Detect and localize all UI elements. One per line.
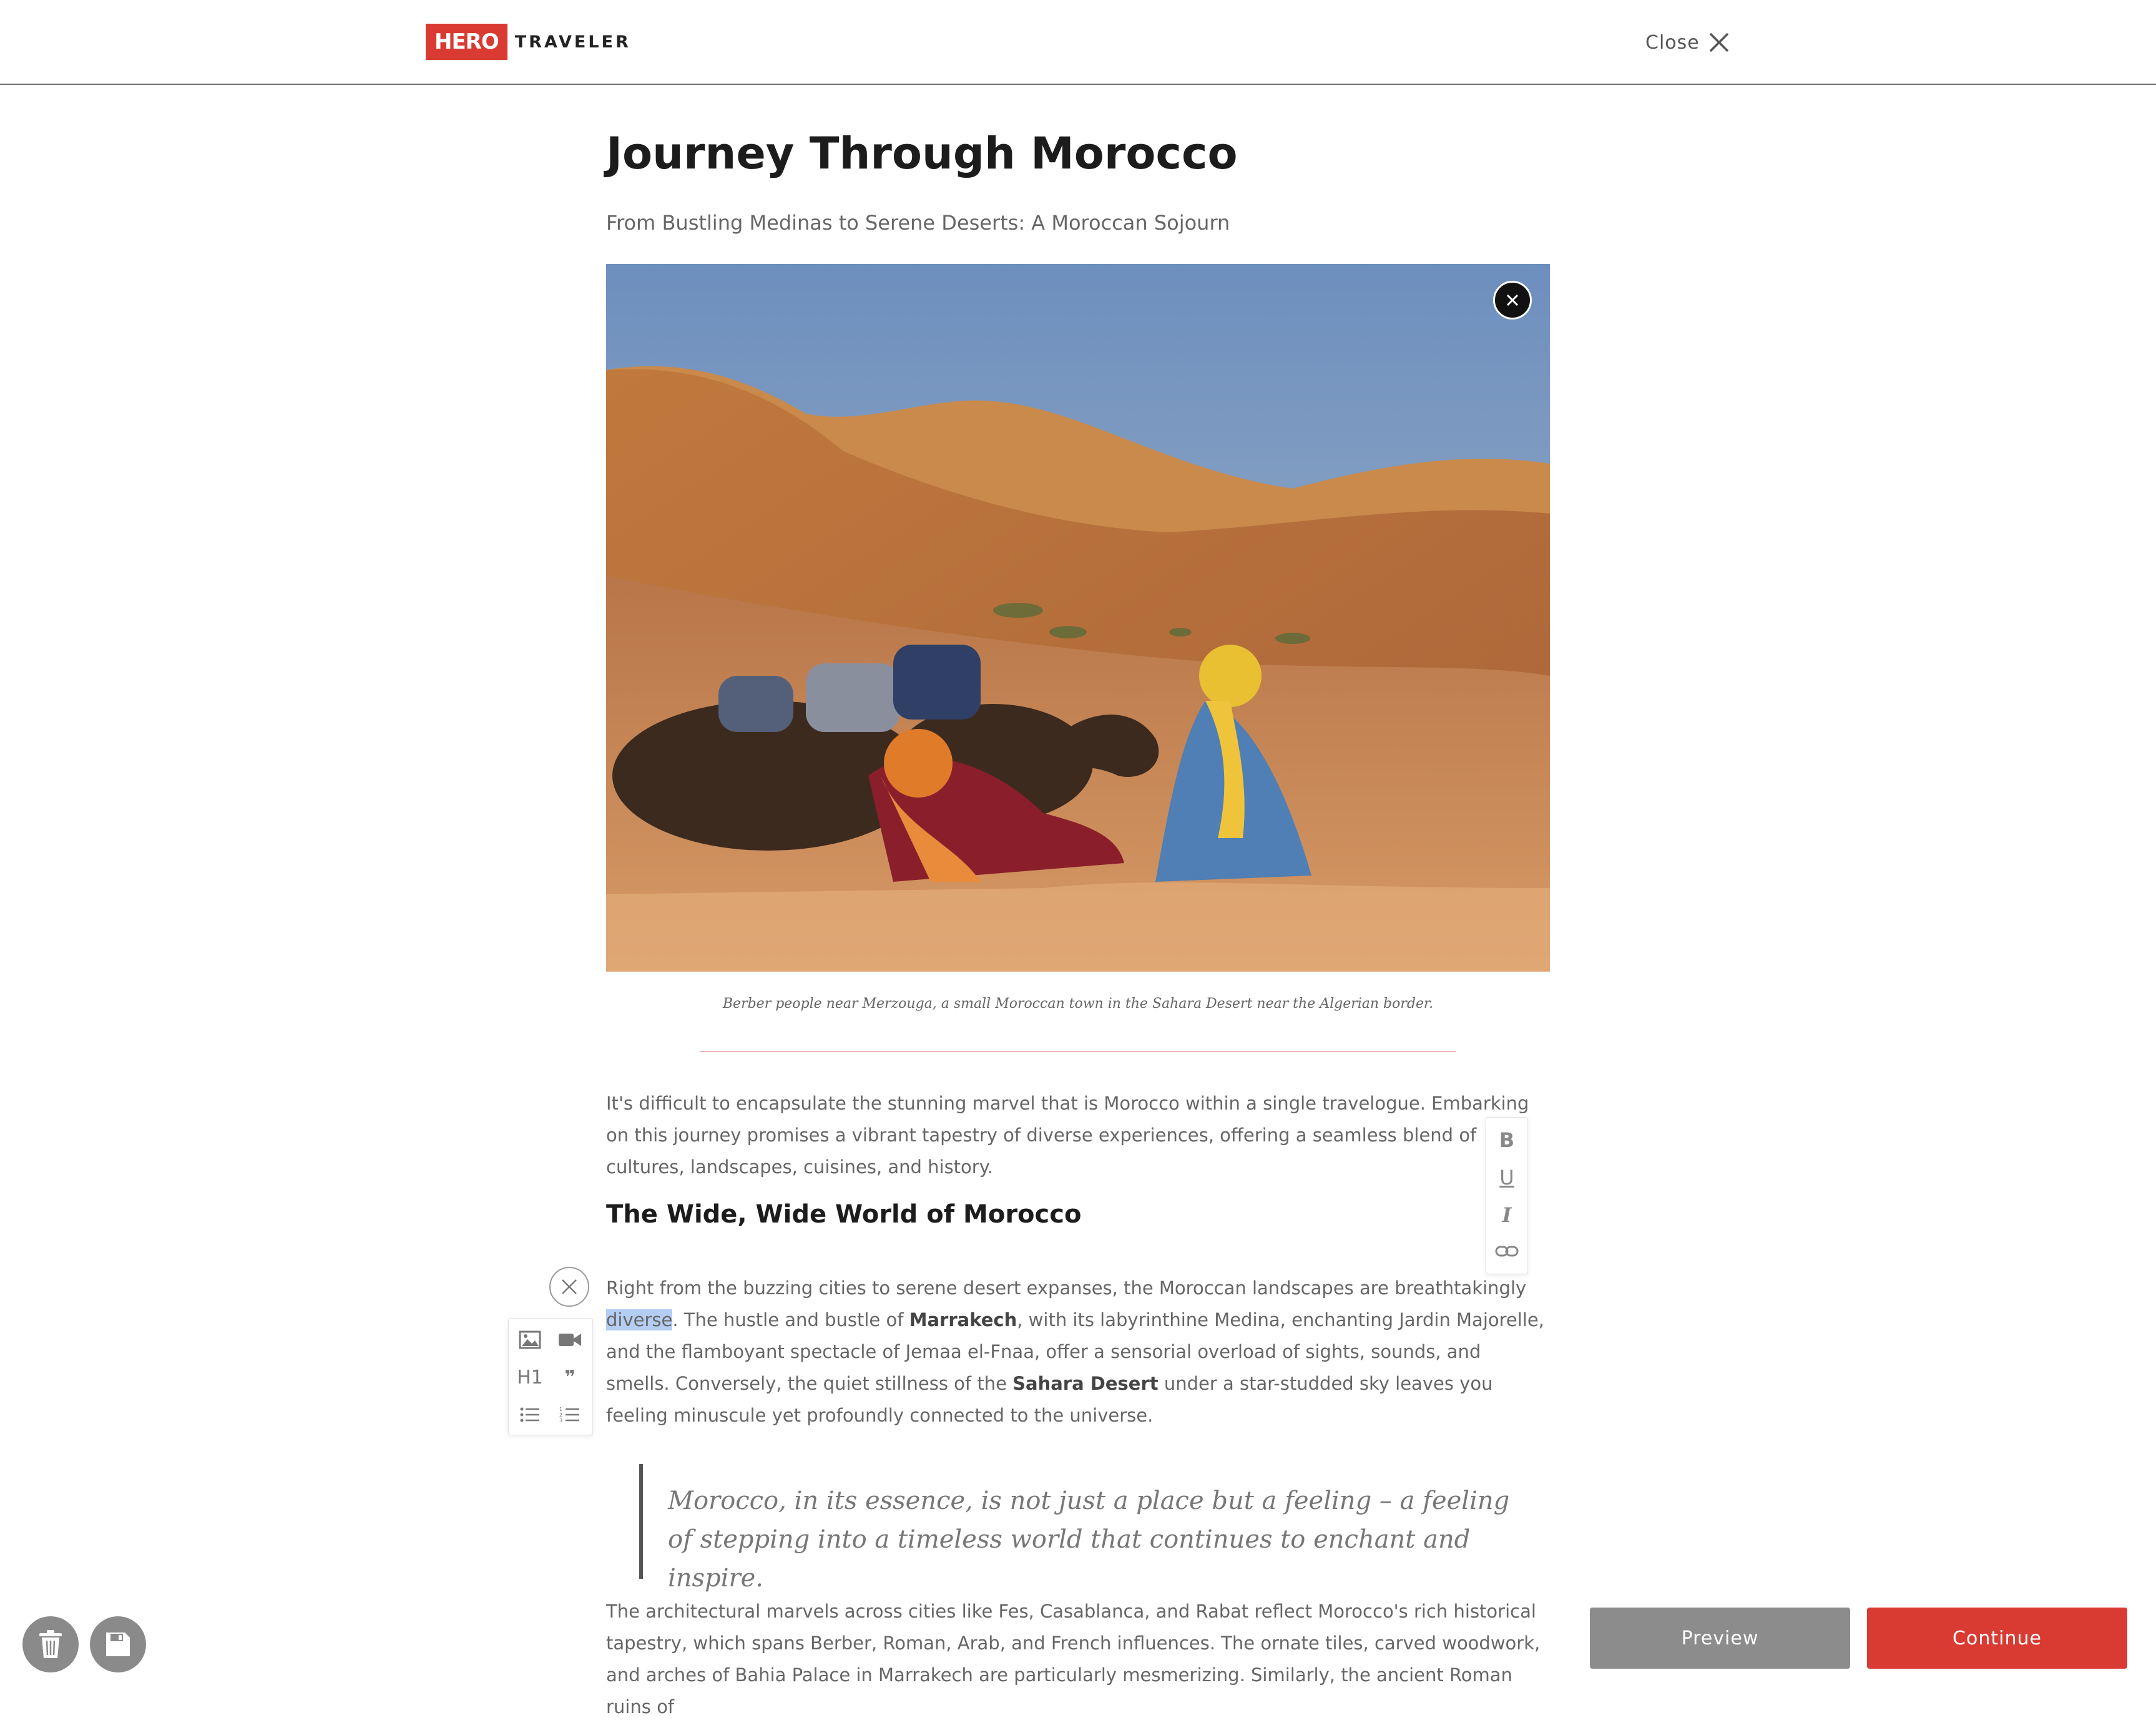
delete-draft-button[interactable]	[22, 1616, 79, 1672]
cover-image[interactable]	[606, 264, 1550, 972]
preview-button[interactable]: Preview	[1590, 1608, 1850, 1669]
bold-text: Marrakech	[909, 1309, 1017, 1330]
remove-image-button[interactable]	[1493, 281, 1532, 320]
top-bar: HERO TRAVELER Close	[0, 0, 2156, 85]
insert-video-button[interactable]	[554, 1324, 586, 1356]
underline-button[interactable]: U	[1486, 1160, 1527, 1195]
svg-text:1: 1	[559, 1407, 562, 1412]
insert-numbered-list-button[interactable]: 1 2 3	[554, 1398, 586, 1431]
body-paragraph[interactable]: The architectural marvels across cities …	[606, 1596, 1550, 1723]
insert-menu-close-button[interactable]	[549, 1267, 589, 1307]
block-quote[interactable]: Morocco, in its essence, is not just a p…	[639, 1464, 1513, 1593]
svg-text:3: 3	[559, 1418, 562, 1423]
body-paragraph[interactable]: Right from the buzzing cities to serene …	[606, 1272, 1550, 1432]
link-icon	[1495, 1246, 1519, 1257]
story-subtitle[interactable]: From Bustling Medinas to Serene Deserts:…	[606, 211, 1230, 235]
insert-block-menu: H1 ❞ 1 2 3	[508, 1318, 593, 1435]
caption-divider	[700, 1051, 1456, 1052]
close-icon	[1709, 32, 1728, 52]
text-run: Right from the buzzing cities to serene …	[606, 1277, 1527, 1299]
link-button[interactable]	[1486, 1234, 1527, 1269]
selected-text[interactable]: diverse	[606, 1309, 673, 1330]
insert-heading-button[interactable]: H1	[514, 1361, 546, 1394]
text-run: . The hustle and bustle of	[672, 1309, 909, 1330]
section-heading[interactable]: The Wide, Wide World of Morocco	[606, 1200, 1081, 1229]
continue-button[interactable]: Continue	[1867, 1608, 2127, 1669]
close-label: Close	[1645, 31, 1700, 54]
video-camera-icon	[559, 1334, 581, 1346]
italic-button[interactable]: I	[1486, 1198, 1527, 1232]
bullet-list-icon	[520, 1407, 539, 1422]
bold-button[interactable]: B	[1486, 1123, 1527, 1158]
svg-text:2: 2	[559, 1412, 562, 1418]
body-paragraph[interactable]: It's difficult to encapsulate the stunni…	[606, 1088, 1550, 1183]
bold-text: Sahara Desert	[1012, 1373, 1159, 1394]
logo-traveler-text: TRAVELER	[514, 32, 631, 52]
close-icon	[1506, 294, 1519, 306]
insert-bullet-list-button[interactable]	[514, 1398, 546, 1431]
logo-hero-text: HERO	[426, 24, 507, 60]
save-draft-button[interactable]	[90, 1616, 146, 1672]
insert-image-button[interactable]	[514, 1324, 546, 1356]
trash-icon	[39, 1630, 62, 1658]
image-caption[interactable]: Berber people near Merzouga, a small Mor…	[606, 996, 1550, 1012]
desert-camels-photo	[606, 264, 1550, 972]
insert-quote-button[interactable]: ❞	[554, 1361, 586, 1394]
close-button[interactable]: Close	[1645, 26, 1730, 59]
close-icon	[562, 1279, 577, 1294]
floppy-disk-icon	[106, 1633, 130, 1656]
image-icon	[519, 1330, 541, 1349]
numbered-list-icon: 1 2 3	[559, 1407, 579, 1423]
hero-traveler-logo[interactable]: HERO TRAVELER	[426, 24, 631, 60]
format-toolbar: B U I	[1486, 1117, 1528, 1274]
story-title[interactable]: Journey Through Morocco	[606, 128, 1238, 179]
